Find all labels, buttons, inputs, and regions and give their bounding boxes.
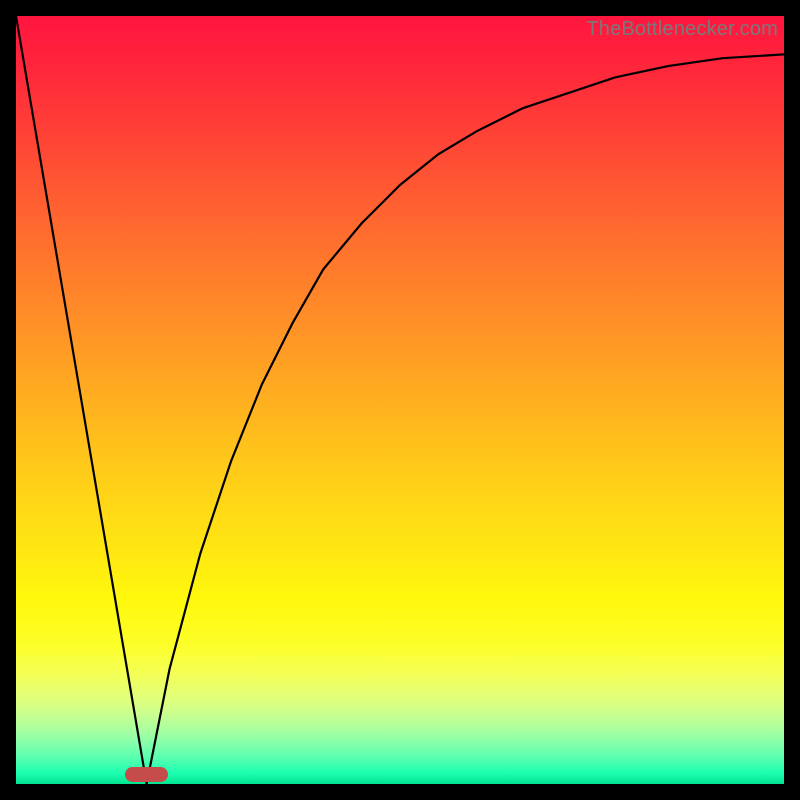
curve-path xyxy=(16,16,784,784)
curve-layer xyxy=(16,16,784,784)
bottleneck-marker xyxy=(125,767,169,782)
plot-area: TheBottlenecker.com xyxy=(16,16,784,784)
chart-frame: TheBottlenecker.com xyxy=(0,0,800,800)
